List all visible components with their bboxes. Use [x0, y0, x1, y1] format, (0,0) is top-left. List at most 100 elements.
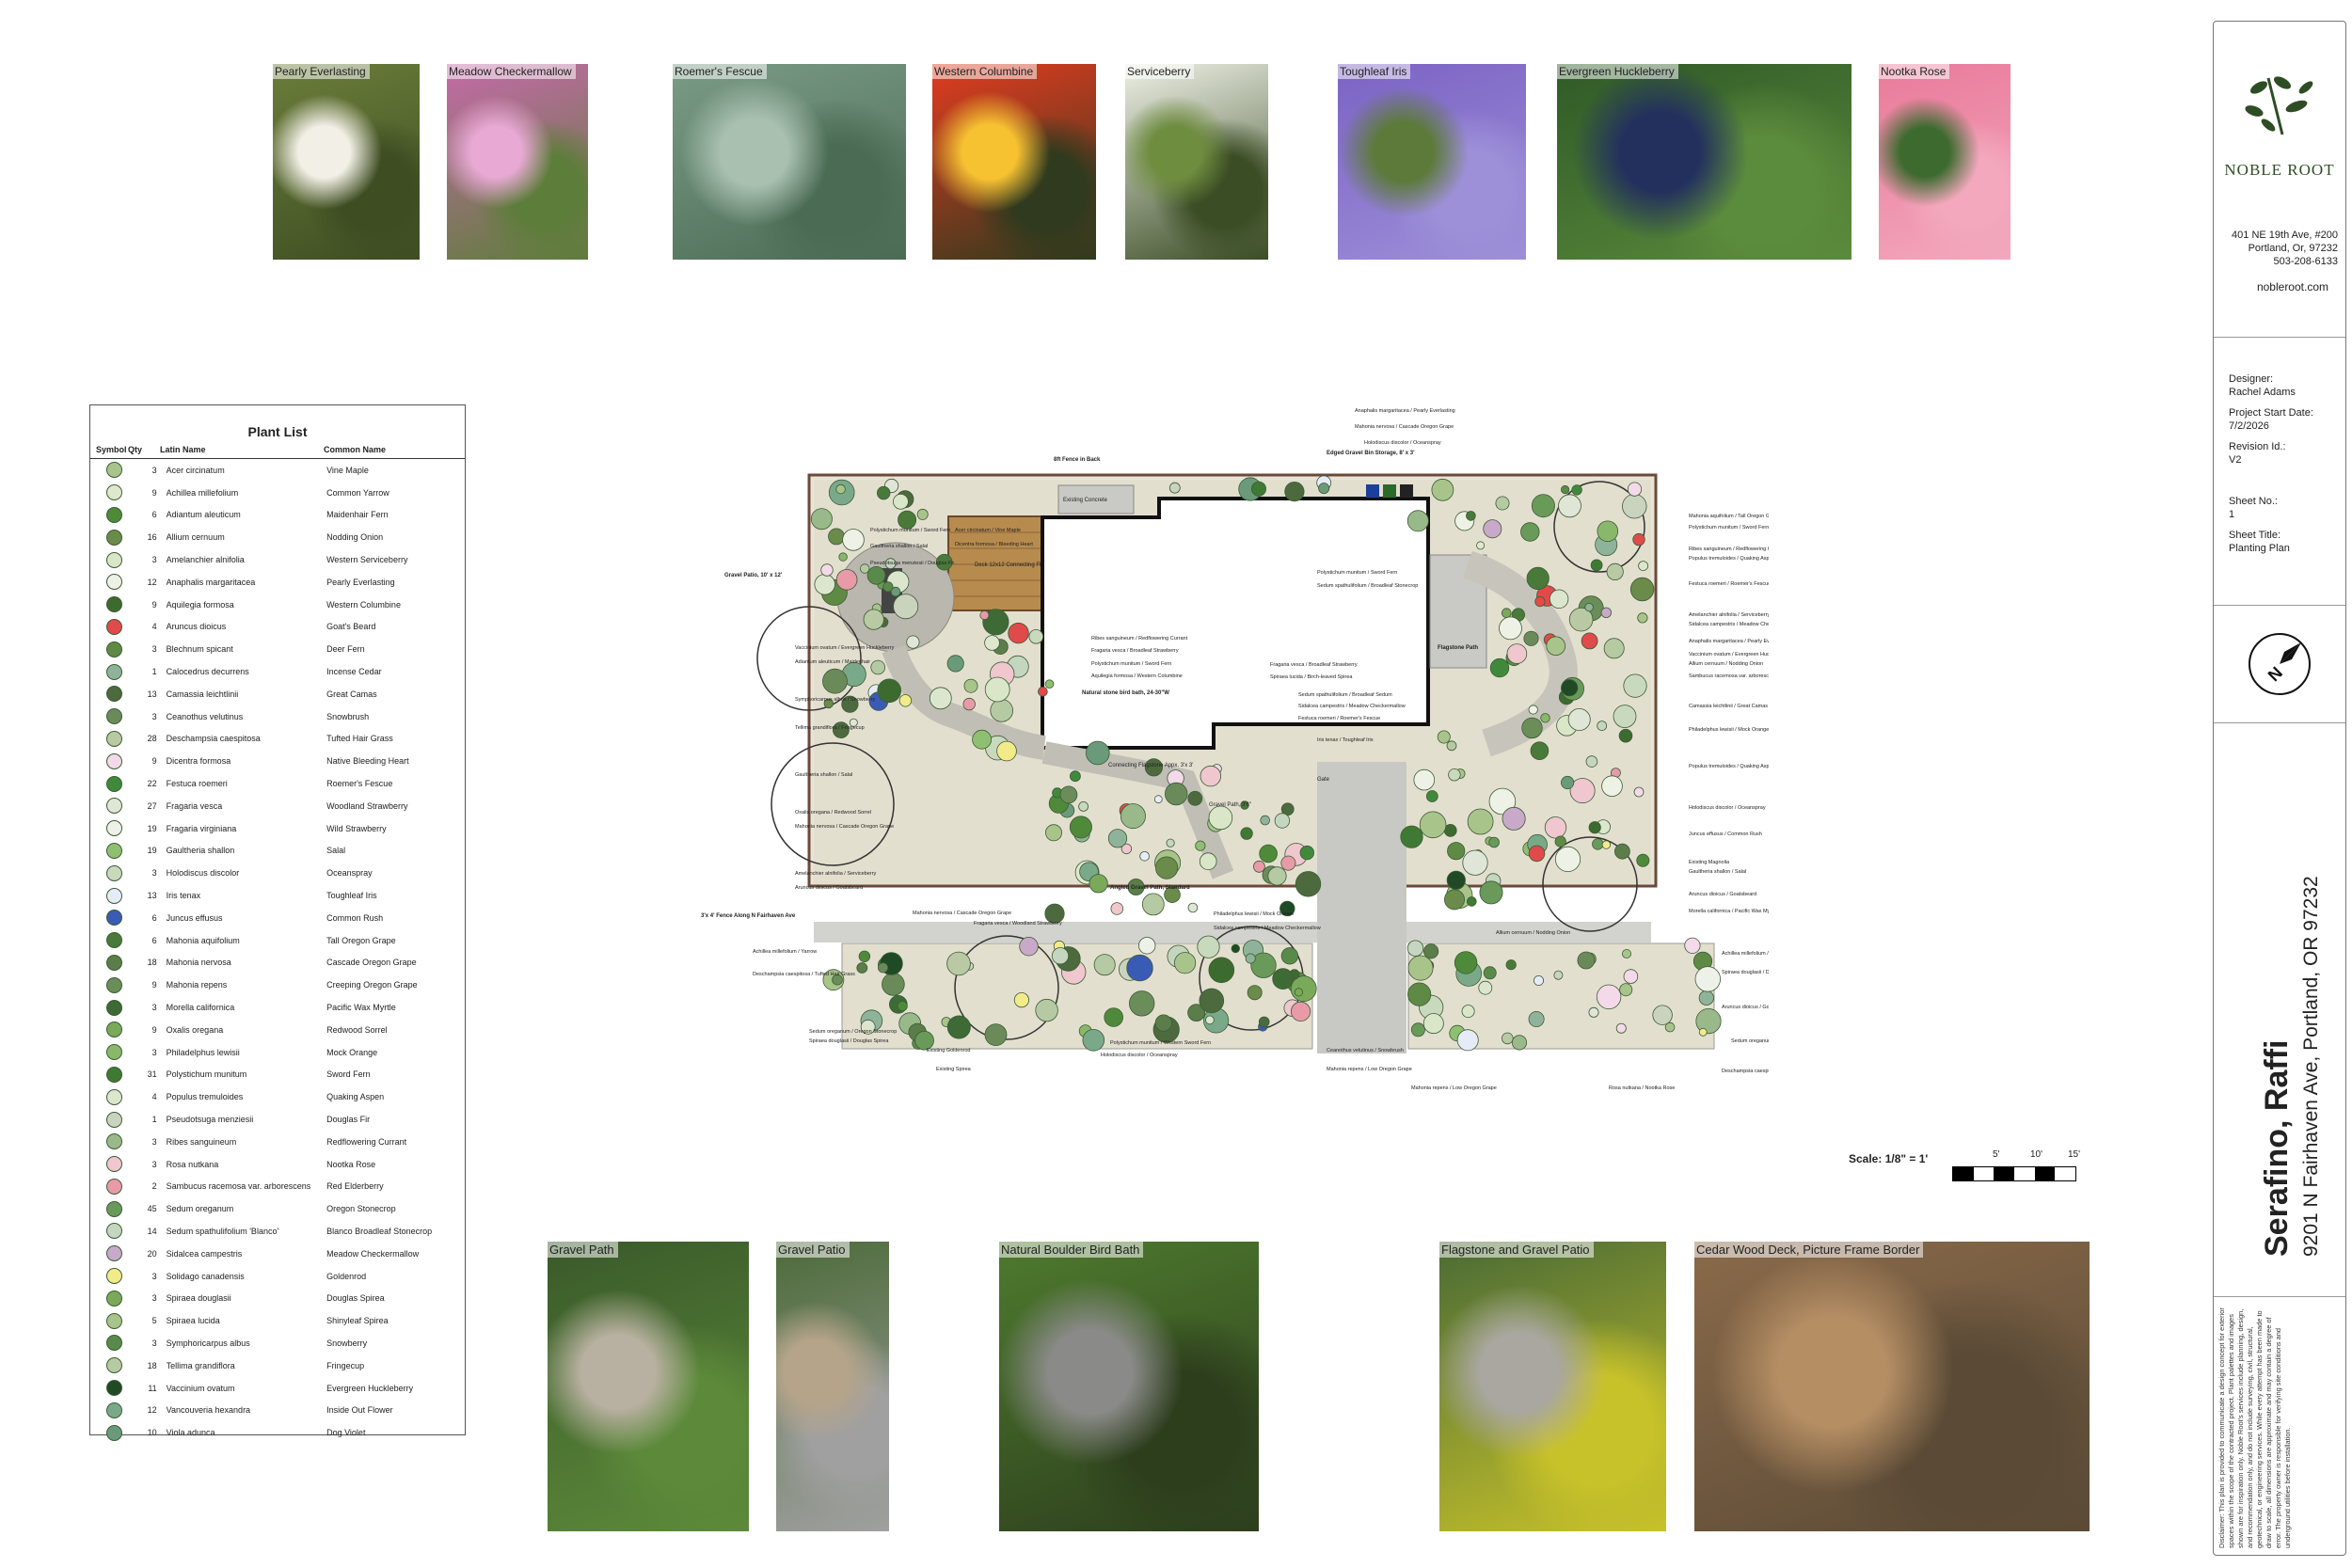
plant-symbol	[1059, 785, 1078, 804]
plant-list-row: 4 Populus tremuloides Quaking Aspen	[90, 1085, 465, 1108]
plant-symbol	[1600, 607, 1613, 619]
plant-symbol	[1197, 935, 1220, 958]
plant-symbol	[1295, 871, 1322, 897]
plant-common-name: Douglas Spirea	[326, 1293, 385, 1304]
plant-symbol	[1431, 478, 1454, 501]
plant-qty: 18	[147, 958, 157, 968]
plant-symbol	[1444, 889, 1466, 911]
plant-common-name: Woodland Strawberry	[326, 800, 408, 811]
plant-callout-label: Vaccinium ovatum / Evergreen Huckleberry	[1689, 652, 1769, 657]
plant-common-name: Salal	[326, 846, 346, 856]
plant-callout-label: Amelanchier alnifolia / Serviceberry	[795, 871, 876, 877]
plant-symbol-icon	[106, 798, 123, 815]
plant-latin-name: Sambucus racemosa var. arborescens	[166, 1181, 311, 1192]
plant-symbol	[1174, 952, 1197, 974]
top-photo-4: Western Columbine	[932, 64, 1096, 260]
plant-latin-name: Spiraea lucida	[166, 1316, 220, 1326]
top-photo-5: Serviceberry	[1125, 64, 1268, 260]
plant-symbol	[979, 610, 990, 621]
plant-qty: 9	[151, 756, 157, 767]
plant-symbol	[1534, 975, 1545, 987]
plant-qty: 3	[151, 1003, 157, 1013]
plant-latin-name: Calocedrus decurrens	[166, 667, 249, 677]
scale-label: Scale: 1/8" = 1'	[1849, 1152, 1929, 1165]
client-name: Serafino, Raffi	[2259, 1039, 2295, 1257]
plant-callout-label: Spiraea douglasii / Douglas Spirea	[809, 1038, 889, 1044]
plant-symbol	[1294, 988, 1304, 997]
plant-latin-name: Aquilegia formosa	[166, 599, 234, 610]
plant-symbol	[1199, 988, 1225, 1014]
plant-qty: 3	[151, 1159, 157, 1169]
plant-symbol	[1584, 602, 1594, 612]
company-name: NOBLE ROOT	[2224, 161, 2335, 179]
plant-symbol-icon	[106, 1357, 123, 1374]
plant-symbol	[984, 1023, 1008, 1046]
plant-common-name: Great Camas	[326, 689, 377, 699]
connecting-flagstone-label: Connecting Flagstone Appx. 3'x 3'	[1108, 763, 1193, 768]
plant-callout-label: Mahonia repens / Low Oregon Grape	[1327, 1067, 1412, 1072]
scale-tick-15: 15'	[2068, 1149, 2081, 1160]
plant-qty: 13	[147, 891, 157, 901]
plant-symbol	[1629, 577, 1655, 602]
plant-symbol	[1406, 510, 1429, 532]
title-block-disclaimer: Disclaimer: This plan is provided to com…	[2214, 1296, 2345, 1555]
fence-fairhaven-label: 3'x 4' Fence Along N Fairhaven Ave	[701, 913, 796, 919]
plant-common-name: Common Rush	[326, 912, 384, 923]
plant-symbol	[1089, 874, 1108, 894]
bottom-photo-3: Natural Boulder Bird Bath	[999, 1242, 1259, 1531]
plant-callout-label: Deschampsia caespitosa / Tufted Hair Gra…	[1722, 1069, 1769, 1074]
plant-symbol-icon	[106, 686, 123, 703]
plant-latin-name: Allium cernuum	[166, 532, 225, 543]
plant-symbol	[1521, 717, 1543, 739]
plant-symbol	[1623, 969, 1639, 984]
plant-latin-name: Populus tremuloides	[166, 1092, 244, 1102]
plant-symbol	[1664, 1022, 1676, 1033]
plant-qty: 9	[151, 980, 157, 990]
gravel-patio-label: Gravel Patio, 10' x 12'	[724, 573, 783, 578]
gravel-path-label: Gravel Path, 3'6"	[1209, 802, 1251, 808]
plant-callout-label: Tellima grandiflora / Fringecup	[795, 725, 865, 731]
plant-list-row: 13 Iris tenax Toughleaf Iris	[90, 884, 465, 907]
plant-latin-name: Morella californica	[166, 1003, 235, 1013]
plant-callout-label: Philadelphus lewisii / Mock Orange	[1689, 727, 1769, 733]
plant-callout-label: Vaccinium ovatum / Evergreen Huckleberry	[795, 645, 895, 651]
plant-symbol	[1520, 522, 1540, 542]
plant-qty: 9	[151, 1024, 157, 1035]
plant-symbol	[835, 568, 858, 591]
start-date-value: 7/2/2026	[2229, 420, 2269, 432]
plant-symbol	[1531, 494, 1555, 518]
plant-qty: 16	[147, 532, 157, 543]
plant-callout-label: Sedum oreganum / Oregon Stonecrop	[1731, 1038, 1769, 1044]
plant-callout-label: Polystichum munitum / Sword Fern	[1317, 570, 1397, 576]
plant-symbol	[1540, 713, 1550, 723]
plant-common-name: Toughleaf Iris	[326, 891, 377, 901]
plant-symbol	[1499, 616, 1522, 641]
plant-symbol	[1567, 708, 1591, 732]
sheet-no-value: 1	[2229, 509, 2235, 520]
plant-symbol	[1260, 815, 1270, 826]
plant-list-row: 9 Oxalis oregana Redwood Sorrel	[90, 1019, 465, 1041]
plant-symbol	[1546, 636, 1565, 656]
plant-symbol	[1154, 1014, 1172, 1032]
plant-qty: 3	[151, 555, 157, 565]
plant-latin-name: Juncus effusus	[166, 912, 223, 923]
plant-symbol-icon	[106, 887, 123, 904]
plant-list-row: 9 Mahonia repens Creeping Oregon Grape	[90, 974, 465, 996]
top-photo-caption: Toughleaf Iris	[1338, 64, 1411, 79]
plant-symbol	[1558, 494, 1581, 518]
plant-symbol	[1195, 840, 1206, 851]
plant-latin-name: Adiantum aleuticum	[166, 510, 241, 520]
flagstone-path-label: Flagstone Path	[1438, 645, 1478, 651]
plant-callout-label: Iris tenax / Toughleaf Iris	[1317, 737, 1374, 743]
plant-symbol	[810, 508, 833, 531]
plant-callout-label: Spiraea douglasii / Douglas Spirea	[1722, 970, 1769, 975]
plant-symbol	[1155, 856, 1179, 879]
plant-symbol	[1561, 484, 1570, 495]
plant-symbol	[1208, 957, 1235, 984]
plant-callout-label: Gaultheria shallon / Salal	[1689, 869, 1746, 875]
plant-latin-name: Vancouveria hexandra	[166, 1405, 251, 1416]
title-block: NOBLE ROOT 401 NE 19th Ave, #200 Portlan…	[2213, 21, 2346, 1556]
plant-symbol-icon	[106, 1088, 123, 1105]
noble-root-logo-icon	[2245, 76, 2313, 135]
revision-label: Revision Id.:	[2229, 441, 2286, 452]
